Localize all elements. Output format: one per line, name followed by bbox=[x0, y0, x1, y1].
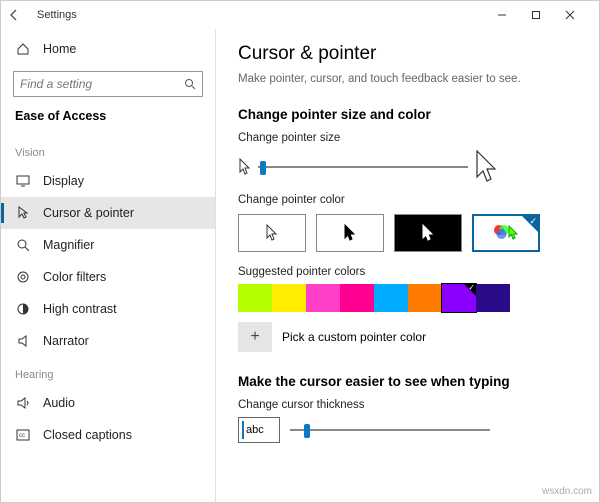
sidebar-item-narrator[interactable]: Narrator bbox=[1, 325, 215, 357]
label-pointer-color: Change pointer color bbox=[238, 194, 577, 206]
swatch-purple[interactable]: ✓ bbox=[442, 284, 476, 312]
sidebar-item-closed-captions[interactable]: cc Closed captions bbox=[1, 419, 215, 451]
cursor-black-icon bbox=[343, 224, 357, 242]
cursor-colored-icon bbox=[507, 225, 519, 241]
minimize-icon bbox=[497, 10, 507, 20]
cursor-thickness-slider[interactable] bbox=[290, 422, 490, 438]
sidebar-item-cursor[interactable]: Cursor & pointer bbox=[1, 197, 215, 229]
sidebar-item-audio[interactable]: Audio bbox=[1, 387, 215, 419]
swatch-cyan[interactable] bbox=[374, 284, 408, 312]
pointer-size-row bbox=[238, 150, 577, 184]
swatch-yellow[interactable] bbox=[272, 284, 306, 312]
svg-text:cc: cc bbox=[19, 433, 25, 439]
section-size-color: Change pointer size and color bbox=[238, 107, 577, 122]
sidebar-item-label: Audio bbox=[43, 396, 75, 410]
sidebar-home-label: Home bbox=[43, 42, 76, 56]
cursor-preview-caret bbox=[242, 421, 244, 439]
home-icon bbox=[15, 41, 31, 57]
group-hearing-label: Hearing bbox=[1, 357, 215, 387]
sidebar-item-label: Closed captions bbox=[43, 428, 132, 442]
main-content: Cursor & pointer Make pointer, cursor, a… bbox=[216, 29, 599, 502]
pointer-size-slider[interactable] bbox=[258, 159, 468, 175]
swatch-orange[interactable] bbox=[408, 284, 442, 312]
slider-track bbox=[290, 429, 490, 431]
cursor-preview-text: abc bbox=[246, 424, 264, 436]
cursor-white-icon bbox=[265, 224, 279, 242]
swatch-lime[interactable] bbox=[238, 284, 272, 312]
maximize-icon bbox=[531, 10, 541, 20]
custom-color-row: + Pick a custom pointer color bbox=[238, 322, 577, 352]
label-suggested-colors: Suggested pointer colors bbox=[238, 266, 577, 278]
pointer-color-black[interactable] bbox=[316, 214, 384, 252]
search-box[interactable] bbox=[13, 71, 203, 97]
closed-captions-icon: cc bbox=[15, 427, 31, 443]
sidebar-item-magnifier[interactable]: Magnifier bbox=[1, 229, 215, 261]
search-input[interactable] bbox=[14, 77, 202, 91]
arrow-left-icon bbox=[9, 9, 21, 21]
sidebar-item-high-contrast[interactable]: High contrast bbox=[1, 293, 215, 325]
narrator-icon bbox=[15, 333, 31, 349]
sidebar-home[interactable]: Home bbox=[1, 33, 215, 65]
window-title: Settings bbox=[37, 9, 77, 21]
minimize-button[interactable] bbox=[497, 10, 531, 20]
custom-color-label: Pick a custom pointer color bbox=[282, 330, 426, 344]
body: Home Ease of Access Vision Display Curso… bbox=[1, 29, 599, 502]
sidebar-item-display[interactable]: Display bbox=[1, 165, 215, 197]
sidebar-item-label: Narrator bbox=[43, 334, 89, 348]
close-button[interactable] bbox=[565, 10, 599, 20]
pointer-color-white[interactable] bbox=[238, 214, 306, 252]
slider-thumb[interactable] bbox=[260, 161, 266, 175]
display-icon bbox=[15, 173, 31, 189]
check-icon: ✓ bbox=[529, 216, 537, 227]
swatch-pink[interactable] bbox=[306, 284, 340, 312]
maximize-button[interactable] bbox=[531, 10, 565, 20]
label-pointer-size: Change pointer size bbox=[238, 132, 577, 144]
group-vision-label: Vision bbox=[1, 135, 215, 165]
sidebar-item-label: Magnifier bbox=[43, 238, 94, 252]
watermark: wsxdn.com bbox=[542, 486, 592, 497]
audio-icon bbox=[15, 395, 31, 411]
pointer-color-inverted[interactable] bbox=[394, 214, 462, 252]
cursor-thickness-row: abc bbox=[238, 417, 577, 443]
sidebar-category[interactable]: Ease of Access bbox=[1, 103, 215, 135]
cursor-preview-box: abc bbox=[238, 417, 280, 443]
cursor-icon bbox=[15, 205, 31, 221]
label-cursor-thickness: Change cursor thickness bbox=[238, 399, 577, 411]
sidebar-item-label: Display bbox=[43, 174, 84, 188]
window-controls bbox=[497, 10, 599, 20]
magnifier-icon bbox=[15, 237, 31, 253]
sidebar-item-label: Color filters bbox=[43, 270, 106, 284]
page-title: Cursor & pointer bbox=[238, 43, 577, 65]
color-filters-icon bbox=[15, 269, 31, 285]
check-icon: ✓ bbox=[468, 283, 475, 292]
settings-window: Settings Home bbox=[0, 0, 600, 503]
high-contrast-icon bbox=[15, 301, 31, 317]
pointer-color-options: ✓ bbox=[238, 214, 577, 252]
pointer-color-custom[interactable]: ✓ bbox=[472, 214, 540, 252]
plus-icon: + bbox=[250, 328, 259, 346]
swatch-magenta[interactable] bbox=[340, 284, 374, 312]
suggested-colors-row: ✓ bbox=[238, 284, 577, 312]
cursor-large-icon bbox=[474, 150, 500, 184]
close-icon bbox=[565, 10, 575, 20]
slider-thumb[interactable] bbox=[304, 424, 310, 438]
back-button[interactable] bbox=[9, 9, 29, 21]
add-custom-color-button[interactable]: + bbox=[238, 322, 272, 352]
section-cursor-typing: Make the cursor easier to see when typin… bbox=[238, 374, 577, 389]
titlebar: Settings bbox=[1, 1, 599, 29]
swatch-navy[interactable] bbox=[476, 284, 510, 312]
sidebar-item-label: High contrast bbox=[43, 302, 117, 316]
slider-track bbox=[258, 166, 468, 168]
page-subtitle: Make pointer, cursor, and touch feedback… bbox=[238, 73, 577, 85]
cursor-inverted-icon bbox=[421, 224, 435, 242]
sidebar-item-label: Cursor & pointer bbox=[43, 206, 134, 220]
search-icon bbox=[184, 78, 196, 90]
cursor-small-icon bbox=[238, 158, 252, 176]
sidebar: Home Ease of Access Vision Display Curso… bbox=[1, 29, 216, 502]
sidebar-item-color-filters[interactable]: Color filters bbox=[1, 261, 215, 293]
